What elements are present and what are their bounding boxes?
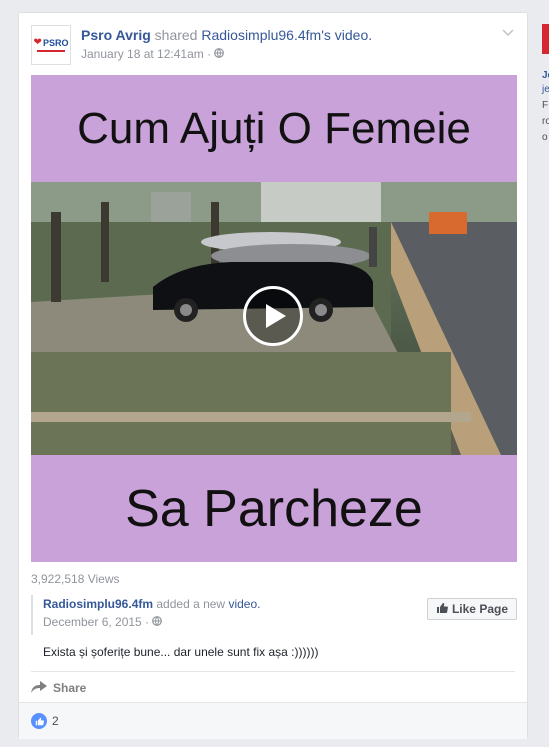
shared-object-link[interactable]: video. — [228, 597, 260, 611]
shared-post-attachment: Radiosimplu96.4fm added a new video. Dec… — [31, 595, 517, 667]
page-name-link[interactable]: Psro Avrig — [81, 27, 151, 43]
reaction-count: 2 — [52, 714, 59, 728]
post-meta: January 18 at 12:41am · — [81, 47, 225, 61]
sidebar-text-0[interactable]: Je — [542, 70, 549, 81]
source-suffix[interactable]: 's video. — [321, 27, 372, 43]
avatar-logo: ❤ PSRO — [33, 37, 69, 48]
post-card: ❤ PSRO Psro Avrig shared Radiosimplu96.4… — [18, 12, 528, 739]
sidebar-text-2: F — [542, 100, 549, 111]
chevron-down-icon[interactable] — [501, 25, 515, 41]
shared-post-text: Exista și șoferițe bune... dar unele sun… — [43, 645, 319, 659]
video-caption-bottom: Sa Parcheze — [31, 455, 517, 562]
quote-bar — [31, 595, 33, 635]
like-reaction-icon — [31, 713, 47, 729]
post-header: ❤ PSRO Psro Avrig shared Radiosimplu96.4… — [31, 25, 515, 67]
view-count: 3,922,518 Views — [31, 572, 120, 586]
heart-icon: ❤ — [33, 37, 42, 48]
share-icon — [31, 680, 47, 696]
shared-meta: December 6, 2015 · — [43, 615, 163, 629]
play-button[interactable] — [243, 286, 303, 346]
page-avatar[interactable]: ❤ PSRO — [31, 25, 71, 65]
logo-stripe — [37, 50, 65, 52]
shared-word: shared — [154, 27, 198, 43]
sidebar-thumbnail[interactable] — [542, 24, 549, 54]
sidebar-text-4: o — [542, 132, 548, 143]
sidebar-text-1[interactable]: je — [542, 84, 549, 95]
thumbs-up-icon — [436, 602, 448, 617]
shared-author-link[interactable]: Radiosimplu96.4fm — [43, 597, 153, 611]
video-caption-top: Cum Ajuți O Femeie — [31, 75, 517, 182]
divider — [31, 671, 515, 672]
like-page-button[interactable]: Like Page — [426, 598, 517, 620]
shared-author-line: Radiosimplu96.4fm added a new video. — [43, 597, 260, 611]
play-icon — [265, 304, 286, 328]
video-thumbnail[interactable] — [31, 182, 517, 455]
sidebar-text-3: ro — [542, 116, 549, 127]
video-player[interactable]: Cum Ajuți O Femeie Sa Parcheze — [31, 75, 517, 562]
source-page-link[interactable]: Radiosimplu96.4fm — [201, 27, 321, 43]
meta-separator: · — [207, 47, 212, 61]
shared-action: added a new — [156, 597, 226, 611]
post-timestamp[interactable]: January 18 at 12:41am — [81, 47, 204, 61]
meta-separator: · — [145, 615, 150, 629]
post-title: Psro Avrig shared Radiosimplu96.4fm's vi… — [81, 27, 372, 43]
like-count[interactable]: 2 — [31, 713, 59, 729]
right-sidebar-fragment: Je je F ro o — [538, 0, 549, 747]
share-button[interactable]: Share — [31, 677, 86, 699]
globe-icon — [152, 615, 163, 629]
like-page-label: Like Page — [451, 602, 508, 616]
shared-date[interactable]: December 6, 2015 — [43, 615, 142, 629]
reactions-bar: 2 — [19, 702, 527, 739]
globe-icon — [214, 47, 225, 61]
share-label: Share — [53, 681, 87, 695]
